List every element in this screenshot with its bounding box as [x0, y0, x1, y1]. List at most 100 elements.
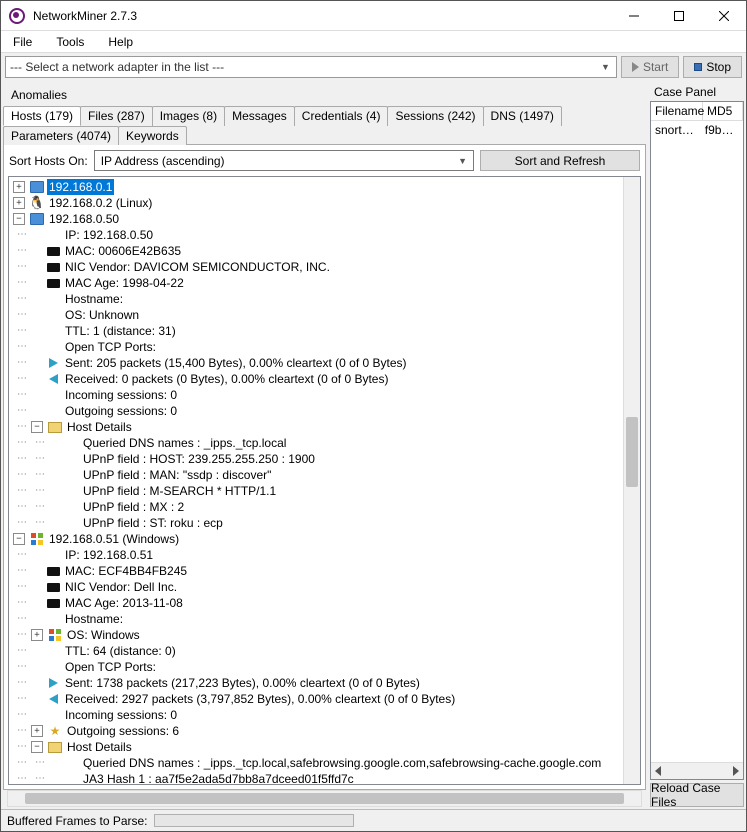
tree-label[interactable]: OS: Unknown — [63, 307, 141, 323]
tree-node[interactable]: ⋯⋯Queried DNS names : _ipps._tcp.local — [13, 435, 638, 451]
tree-label[interactable]: Sent: 205 packets (15,400 Bytes), 0.00% … — [63, 355, 409, 371]
tree-label[interactable]: Hostname: — [63, 611, 125, 627]
tree-node[interactable]: ⋯MAC: 00606E42B635 — [13, 243, 638, 259]
tree-node[interactable]: ⋯Sent: 205 packets (15,400 Bytes), 0.00%… — [13, 355, 638, 371]
tree-label[interactable]: 192.168.0.50 — [47, 211, 121, 227]
tree-label[interactable]: UPnP field : MX : 2 — [81, 499, 186, 515]
tree-node[interactable]: ⋯Hostname: — [13, 611, 638, 627]
tree-node[interactable]: ⋯−Host Details — [13, 739, 638, 755]
tree-node[interactable]: ⋯Hostname: — [13, 291, 638, 307]
tree-node[interactable]: ⋯Outgoing sessions: 0 — [13, 403, 638, 419]
case-col-md5[interactable]: MD5 — [703, 102, 743, 120]
tree-label[interactable]: MAC: 00606E42B635 — [63, 243, 183, 259]
scrollbar-thumb[interactable] — [25, 793, 624, 804]
tree-label[interactable]: UPnP field : ST: roku : ecp — [81, 515, 225, 531]
collapse-icon[interactable]: − — [31, 421, 43, 433]
tree-node[interactable]: +192.168.0.1 — [13, 179, 638, 195]
tree-label[interactable]: Open TCP Ports: — [63, 339, 158, 355]
tree-node[interactable]: ⋯Open TCP Ports: — [13, 659, 638, 675]
tree-node[interactable]: ⋯⋯UPnP field : ST: roku : ecp — [13, 515, 638, 531]
collapse-icon[interactable]: − — [13, 213, 25, 225]
tree-node[interactable]: ⋯Sent: 1738 packets (217,223 Bytes), 0.0… — [13, 675, 638, 691]
tree-node[interactable]: ⋯OS: Unknown — [13, 307, 638, 323]
horizontal-scrollbar[interactable] — [7, 790, 642, 807]
tree-label[interactable]: 192.168.0.1 — [47, 179, 114, 195]
tree-label[interactable]: Queried DNS names : _ipps._tcp.local — [81, 435, 288, 451]
tree-node[interactable]: ⋯Incoming sessions: 0 — [13, 387, 638, 403]
tree-label[interactable]: 192.168.0.2 (Linux) — [47, 195, 154, 211]
tree-node[interactable]: ⋯+OS: Windows — [13, 627, 638, 643]
adapter-select[interactable]: --- Select a network adapter in the list… — [5, 56, 617, 78]
tree-node[interactable]: − 192.168.0.50 — [13, 211, 638, 227]
tab-dns-1497-[interactable]: DNS (1497) — [483, 106, 562, 126]
expand-icon[interactable]: + — [13, 197, 25, 209]
tree-label[interactable]: JA3 Hash 1 : aa7f5e2ada5d7bb8a7dceed01f5… — [81, 771, 356, 785]
case-row[interactable]: snort.log....f9b239b... — [651, 121, 743, 139]
tree-label[interactable]: UPnP field : HOST: 239.255.255.250 : 190… — [81, 451, 317, 467]
tree-label[interactable]: Incoming sessions: 0 — [63, 387, 179, 403]
tree-label[interactable]: Hostname: — [63, 291, 125, 307]
tree-label[interactable]: Received: 2927 packets (3,797,852 Bytes)… — [63, 691, 457, 707]
tab-hosts-179-[interactable]: Hosts (179) — [3, 106, 81, 126]
tree-node[interactable]: ⋯⋯UPnP field : MX : 2 — [13, 499, 638, 515]
minimize-button[interactable] — [611, 1, 656, 31]
hosts-tree-container[interactable]: +192.168.0.1+🐧192.168.0.2 (Linux) − 192.16… — [8, 176, 641, 785]
expand-icon[interactable]: + — [31, 629, 43, 641]
tree-node[interactable]: ⋯NIC Vendor: DAVICOM SEMICONDUCTOR, INC. — [13, 259, 638, 275]
tree-label[interactable]: MAC: ECF4BB4FB245 — [63, 563, 189, 579]
tab-anomalies[interactable]: Anomalies — [3, 86, 75, 104]
tree-label[interactable]: Received: 0 packets (0 Bytes), 0.00% cle… — [63, 371, 390, 387]
tree-label[interactable]: Open TCP Ports: — [63, 659, 158, 675]
tree-node[interactable]: ⋯Incoming sessions: 0 — [13, 707, 638, 723]
tree-node[interactable]: ⋯IP: 192.168.0.50 — [13, 227, 638, 243]
tree-label[interactable]: UPnP field : MAN: "ssdp : discover" — [81, 467, 273, 483]
case-horizontal-scrollbar[interactable] — [651, 762, 743, 779]
collapse-icon[interactable]: − — [31, 741, 43, 753]
tree-label[interactable]: IP: 192.168.0.50 — [63, 227, 155, 243]
tree-label[interactable]: NIC Vendor: DAVICOM SEMICONDUCTOR, INC. — [63, 259, 332, 275]
tree-node[interactable]: ⋯MAC Age: 2013-11-08 — [13, 595, 638, 611]
tree-node[interactable]: ⋯MAC: ECF4BB4FB245 — [13, 563, 638, 579]
reload-case-button[interactable]: Reload Case Files — [650, 783, 744, 807]
tree-label[interactable]: Host Details — [65, 739, 134, 755]
tree-label[interactable]: OS: Windows — [65, 627, 142, 643]
close-button[interactable] — [701, 1, 746, 31]
tab-files-287-[interactable]: Files (287) — [80, 106, 153, 126]
scrollbar-thumb[interactable] — [626, 417, 638, 487]
tree-label[interactable]: MAC Age: 2013-11-08 — [63, 595, 185, 611]
tree-node[interactable]: ⋯⋯JA3 Hash 1 : aa7f5e2ada5d7bb8a7dceed01… — [13, 771, 638, 785]
sort-combo[interactable]: IP Address (ascending) ▼ — [94, 150, 474, 171]
tree-node[interactable]: ⋯Open TCP Ports: — [13, 339, 638, 355]
tree-label[interactable]: TTL: 64 (distance: 0) — [63, 643, 178, 659]
tree-node[interactable]: ⋯Received: 2927 packets (3,797,852 Bytes… — [13, 691, 638, 707]
tree-node[interactable]: ⋯⋯Queried DNS names : _ipps._tcp.local,s… — [13, 755, 638, 771]
tree-node[interactable]: ⋯MAC Age: 1998-04-22 — [13, 275, 638, 291]
tree-label[interactable]: Incoming sessions: 0 — [63, 707, 179, 723]
sort-refresh-button[interactable]: Sort and Refresh — [480, 150, 640, 171]
tab-images-8-[interactable]: Images (8) — [152, 106, 225, 126]
tab-sessions-242-[interactable]: Sessions (242) — [387, 106, 483, 126]
tab-keywords[interactable]: Keywords — [118, 126, 187, 145]
tree-node[interactable]: ⋯⋯UPnP field : M-SEARCH * HTTP/1.1 — [13, 483, 638, 499]
collapse-icon[interactable]: − — [13, 533, 25, 545]
tree-label[interactable]: 192.168.0.51 (Windows) — [47, 531, 181, 547]
tree-node[interactable]: +🐧192.168.0.2 (Linux) — [13, 195, 638, 211]
menu-help[interactable]: Help — [102, 33, 139, 51]
tree-node[interactable]: − 192.168.0.51 (Windows) — [13, 531, 638, 547]
tree-label[interactable]: Host Details — [65, 419, 134, 435]
menu-tools[interactable]: Tools — [50, 33, 90, 51]
tree-node[interactable]: ⋯Received: 0 packets (0 Bytes), 0.00% cl… — [13, 371, 638, 387]
stop-button[interactable]: Stop — [683, 56, 742, 78]
tree-node[interactable]: ⋯⋯UPnP field : HOST: 239.255.255.250 : 1… — [13, 451, 638, 467]
tree-label[interactable]: IP: 192.168.0.51 — [63, 547, 155, 563]
tree-label[interactable]: Sent: 1738 packets (217,223 Bytes), 0.00… — [63, 675, 422, 691]
tree-label[interactable]: UPnP field : M-SEARCH * HTTP/1.1 — [81, 483, 278, 499]
tree-node[interactable]: ⋯⋯UPnP field : MAN: "ssdp : discover" — [13, 467, 638, 483]
expand-icon[interactable]: + — [13, 181, 25, 193]
tree-node[interactable]: ⋯−Host Details — [13, 419, 638, 435]
maximize-button[interactable] — [656, 1, 701, 31]
tree-label[interactable]: TTL: 1 (distance: 31) — [63, 323, 178, 339]
tree-node[interactable]: ⋯NIC Vendor: Dell Inc. — [13, 579, 638, 595]
tree-label[interactable]: MAC Age: 1998-04-22 — [63, 275, 186, 291]
menu-file[interactable]: File — [7, 33, 38, 51]
